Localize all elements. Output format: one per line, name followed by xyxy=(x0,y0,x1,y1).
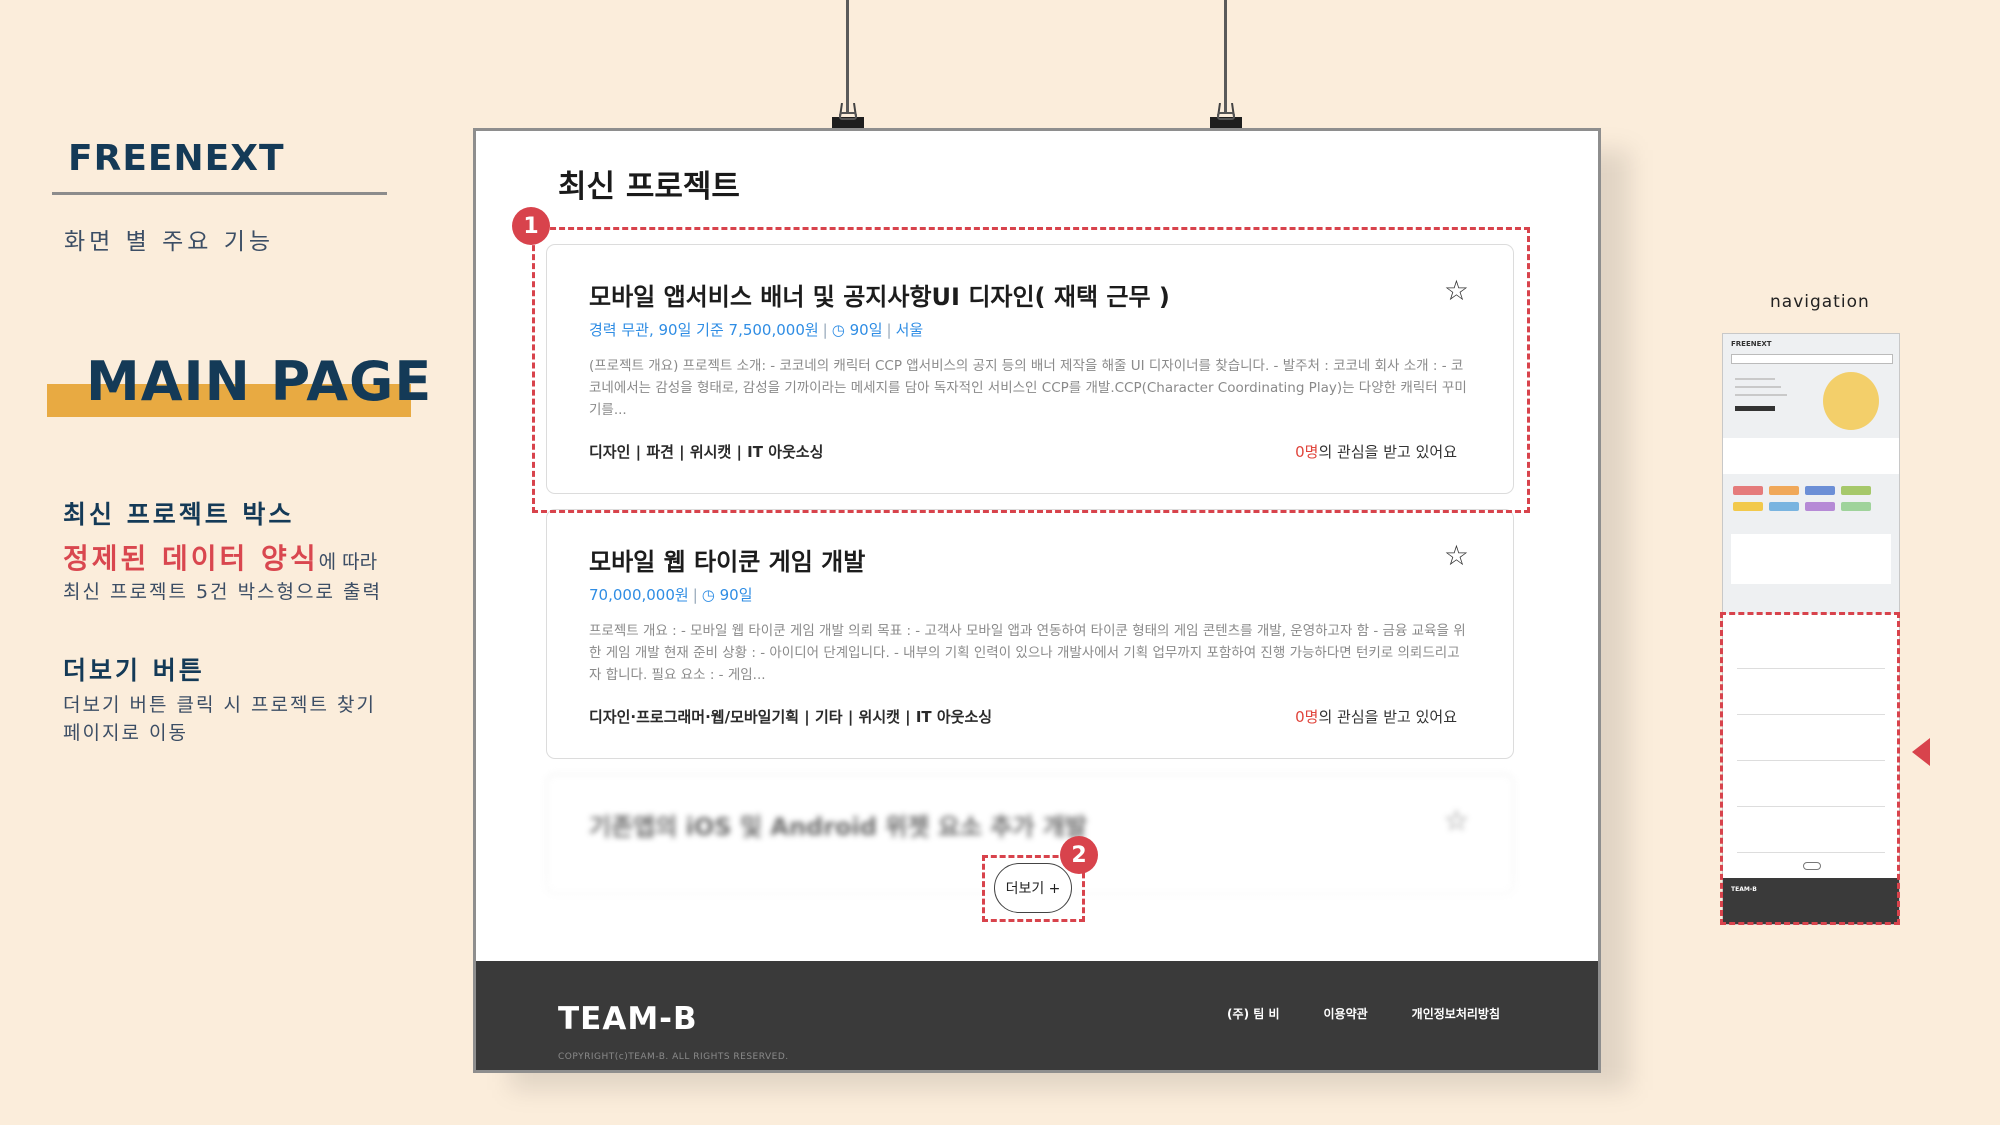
mini-chip xyxy=(1841,502,1871,511)
mini-chip xyxy=(1733,486,1763,495)
mini-chip xyxy=(1841,486,1871,495)
section-more-button-desc-1: 더보기 버튼 클릭 시 프로젝트 찾기 xyxy=(63,694,376,716)
refined-data-highlight: 정제된 데이터 양식 xyxy=(63,542,319,575)
mini-button xyxy=(1735,406,1775,411)
annotation-box-1 xyxy=(532,227,1530,513)
mini-logo: FREENEXT xyxy=(1731,340,1772,348)
project-tags: 디자인·프로그래머·웹/모바일기획 | 기타 | 위시캣 | IT 아웃소싱 xyxy=(589,708,993,726)
project-card[interactable]: 모바일 웹 타이쿤 게임 개발 ☆ 70,000,000원 | ◷ 90일 프로젝트… xyxy=(546,509,1514,759)
mini-text xyxy=(1735,394,1787,396)
panel-subtitle: 화면 별 주요 기능 xyxy=(64,229,275,255)
mini-chip xyxy=(1769,486,1799,495)
screen-mockup: 최신 프로젝트 모바일 앱서비스 배너 및 공지사항UI 디자인( 재택 근무 … xyxy=(473,128,1601,1073)
section-latest-projects-heading: 최신 프로젝트 박스 xyxy=(63,500,295,529)
mini-chip xyxy=(1769,502,1799,511)
project-interest: 0명의 관심을 받고 있어요 xyxy=(1295,706,1457,727)
section-latest-projects-desc-2: 최신 프로젝트 5건 박스형으로 출력 xyxy=(63,581,382,603)
project-description: 프로젝트 개요 : - 모바일 웹 타이쿤 게임 개발 의뢰 목표 : - 고객… xyxy=(589,623,1466,683)
page-name: MAIN PAGE xyxy=(86,350,433,413)
interest-text: 의 관심을 받고 있어요 xyxy=(1318,708,1457,726)
brand-title: FREENEXT xyxy=(68,138,285,179)
mini-illustration xyxy=(1823,372,1879,430)
project-duration: 90일 xyxy=(719,586,753,604)
page-title: 최신 프로젝트 xyxy=(558,169,740,205)
section-latest-projects-desc: 정제된 데이터 양식에 따라 xyxy=(63,537,377,577)
footer-links: (주) 팀 비 이용약관 개인정보처리방침 xyxy=(1227,1005,1500,1022)
footer-copyright: COPYRIGHT(c)TEAM-B. ALL RIGHTS RESERVED. xyxy=(558,1052,789,1062)
star-icon[interactable]: ☆ xyxy=(1444,807,1469,835)
mini-chip xyxy=(1733,502,1763,511)
project-budget: 70,000,000원 xyxy=(589,586,689,604)
navigation-label: navigation xyxy=(1770,292,1870,312)
project-title[interactable]: 기존앱의 iOS 및 Android 위젯 요소 추가 개발 xyxy=(589,807,1087,842)
project-title[interactable]: 모바일 웹 타이쿤 게임 개발 xyxy=(589,542,865,577)
mini-text xyxy=(1735,378,1775,380)
mini-chip xyxy=(1805,486,1835,495)
brand-divider xyxy=(52,192,387,195)
hanging-wire-left xyxy=(846,0,849,112)
footer-logo: TEAM-B xyxy=(558,1001,698,1037)
footer-link-terms[interactable]: 이용약관 xyxy=(1324,1005,1368,1022)
section-more-button-heading: 더보기 버튼 xyxy=(63,656,205,685)
mini-text xyxy=(1735,386,1781,388)
footer-link-privacy[interactable]: 개인정보처리방침 xyxy=(1412,1005,1500,1022)
star-icon[interactable]: ☆ xyxy=(1444,542,1469,570)
pointer-arrow-icon xyxy=(1912,738,1930,766)
project-meta: 70,000,000원 | ◷ 90일 xyxy=(589,586,753,604)
interest-count: 0명 xyxy=(1295,708,1319,726)
highlight-suffix: 에 따라 xyxy=(318,551,378,573)
hanging-wire-right xyxy=(1224,0,1227,112)
mini-hero-section: FREENEXT xyxy=(1723,334,1899,614)
navigation-highlight-box xyxy=(1720,612,1900,925)
annotation-badge-2: 2 xyxy=(1060,836,1098,874)
section-more-button-desc-2: 페이지로 이동 xyxy=(63,722,188,744)
mini-stats-bar xyxy=(1723,438,1899,474)
site-footer: TEAM-B COPYRIGHT(c)TEAM-B. ALL RIGHTS RE… xyxy=(476,961,1598,1070)
annotation-badge-1: 1 xyxy=(512,207,550,245)
mini-search xyxy=(1731,354,1893,364)
clock-icon: ◷ xyxy=(701,586,715,604)
mini-chip xyxy=(1805,502,1835,511)
mini-banner xyxy=(1731,534,1891,584)
footer-link-company[interactable]: (주) 팀 비 xyxy=(1227,1005,1279,1022)
